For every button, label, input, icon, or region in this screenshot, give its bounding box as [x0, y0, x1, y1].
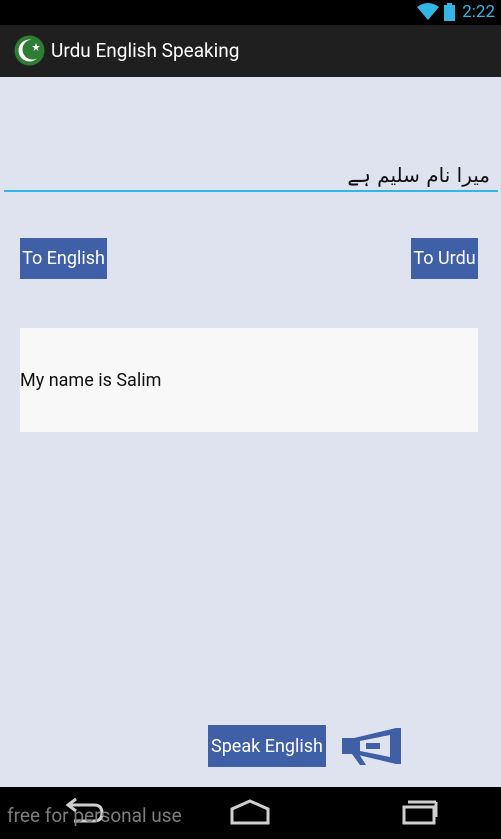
battery-icon [444, 3, 455, 21]
translation-result-text: My name is Salim [20, 370, 162, 391]
clock: 2:22 [462, 2, 495, 22]
action-bar: Urdu English Speaking [0, 25, 501, 77]
translation-result-box: My name is Salim [20, 328, 478, 432]
urdu-text-input[interactable] [4, 160, 498, 192]
watermark-text: free for personal use [7, 804, 182, 827]
home-icon[interactable] [229, 797, 271, 827]
megaphone-icon[interactable] [340, 725, 410, 767]
to-urdu-button[interactable]: To Urdu [411, 238, 478, 279]
app-title: Urdu English Speaking [51, 39, 240, 62]
status-bar: 2:22 [0, 0, 501, 25]
app-logo-icon [14, 35, 45, 66]
recent-apps-icon[interactable] [400, 797, 438, 827]
wifi-icon [417, 3, 439, 20]
speak-english-button[interactable]: Speak English [208, 725, 326, 767]
to-english-button[interactable]: To English [20, 238, 107, 279]
